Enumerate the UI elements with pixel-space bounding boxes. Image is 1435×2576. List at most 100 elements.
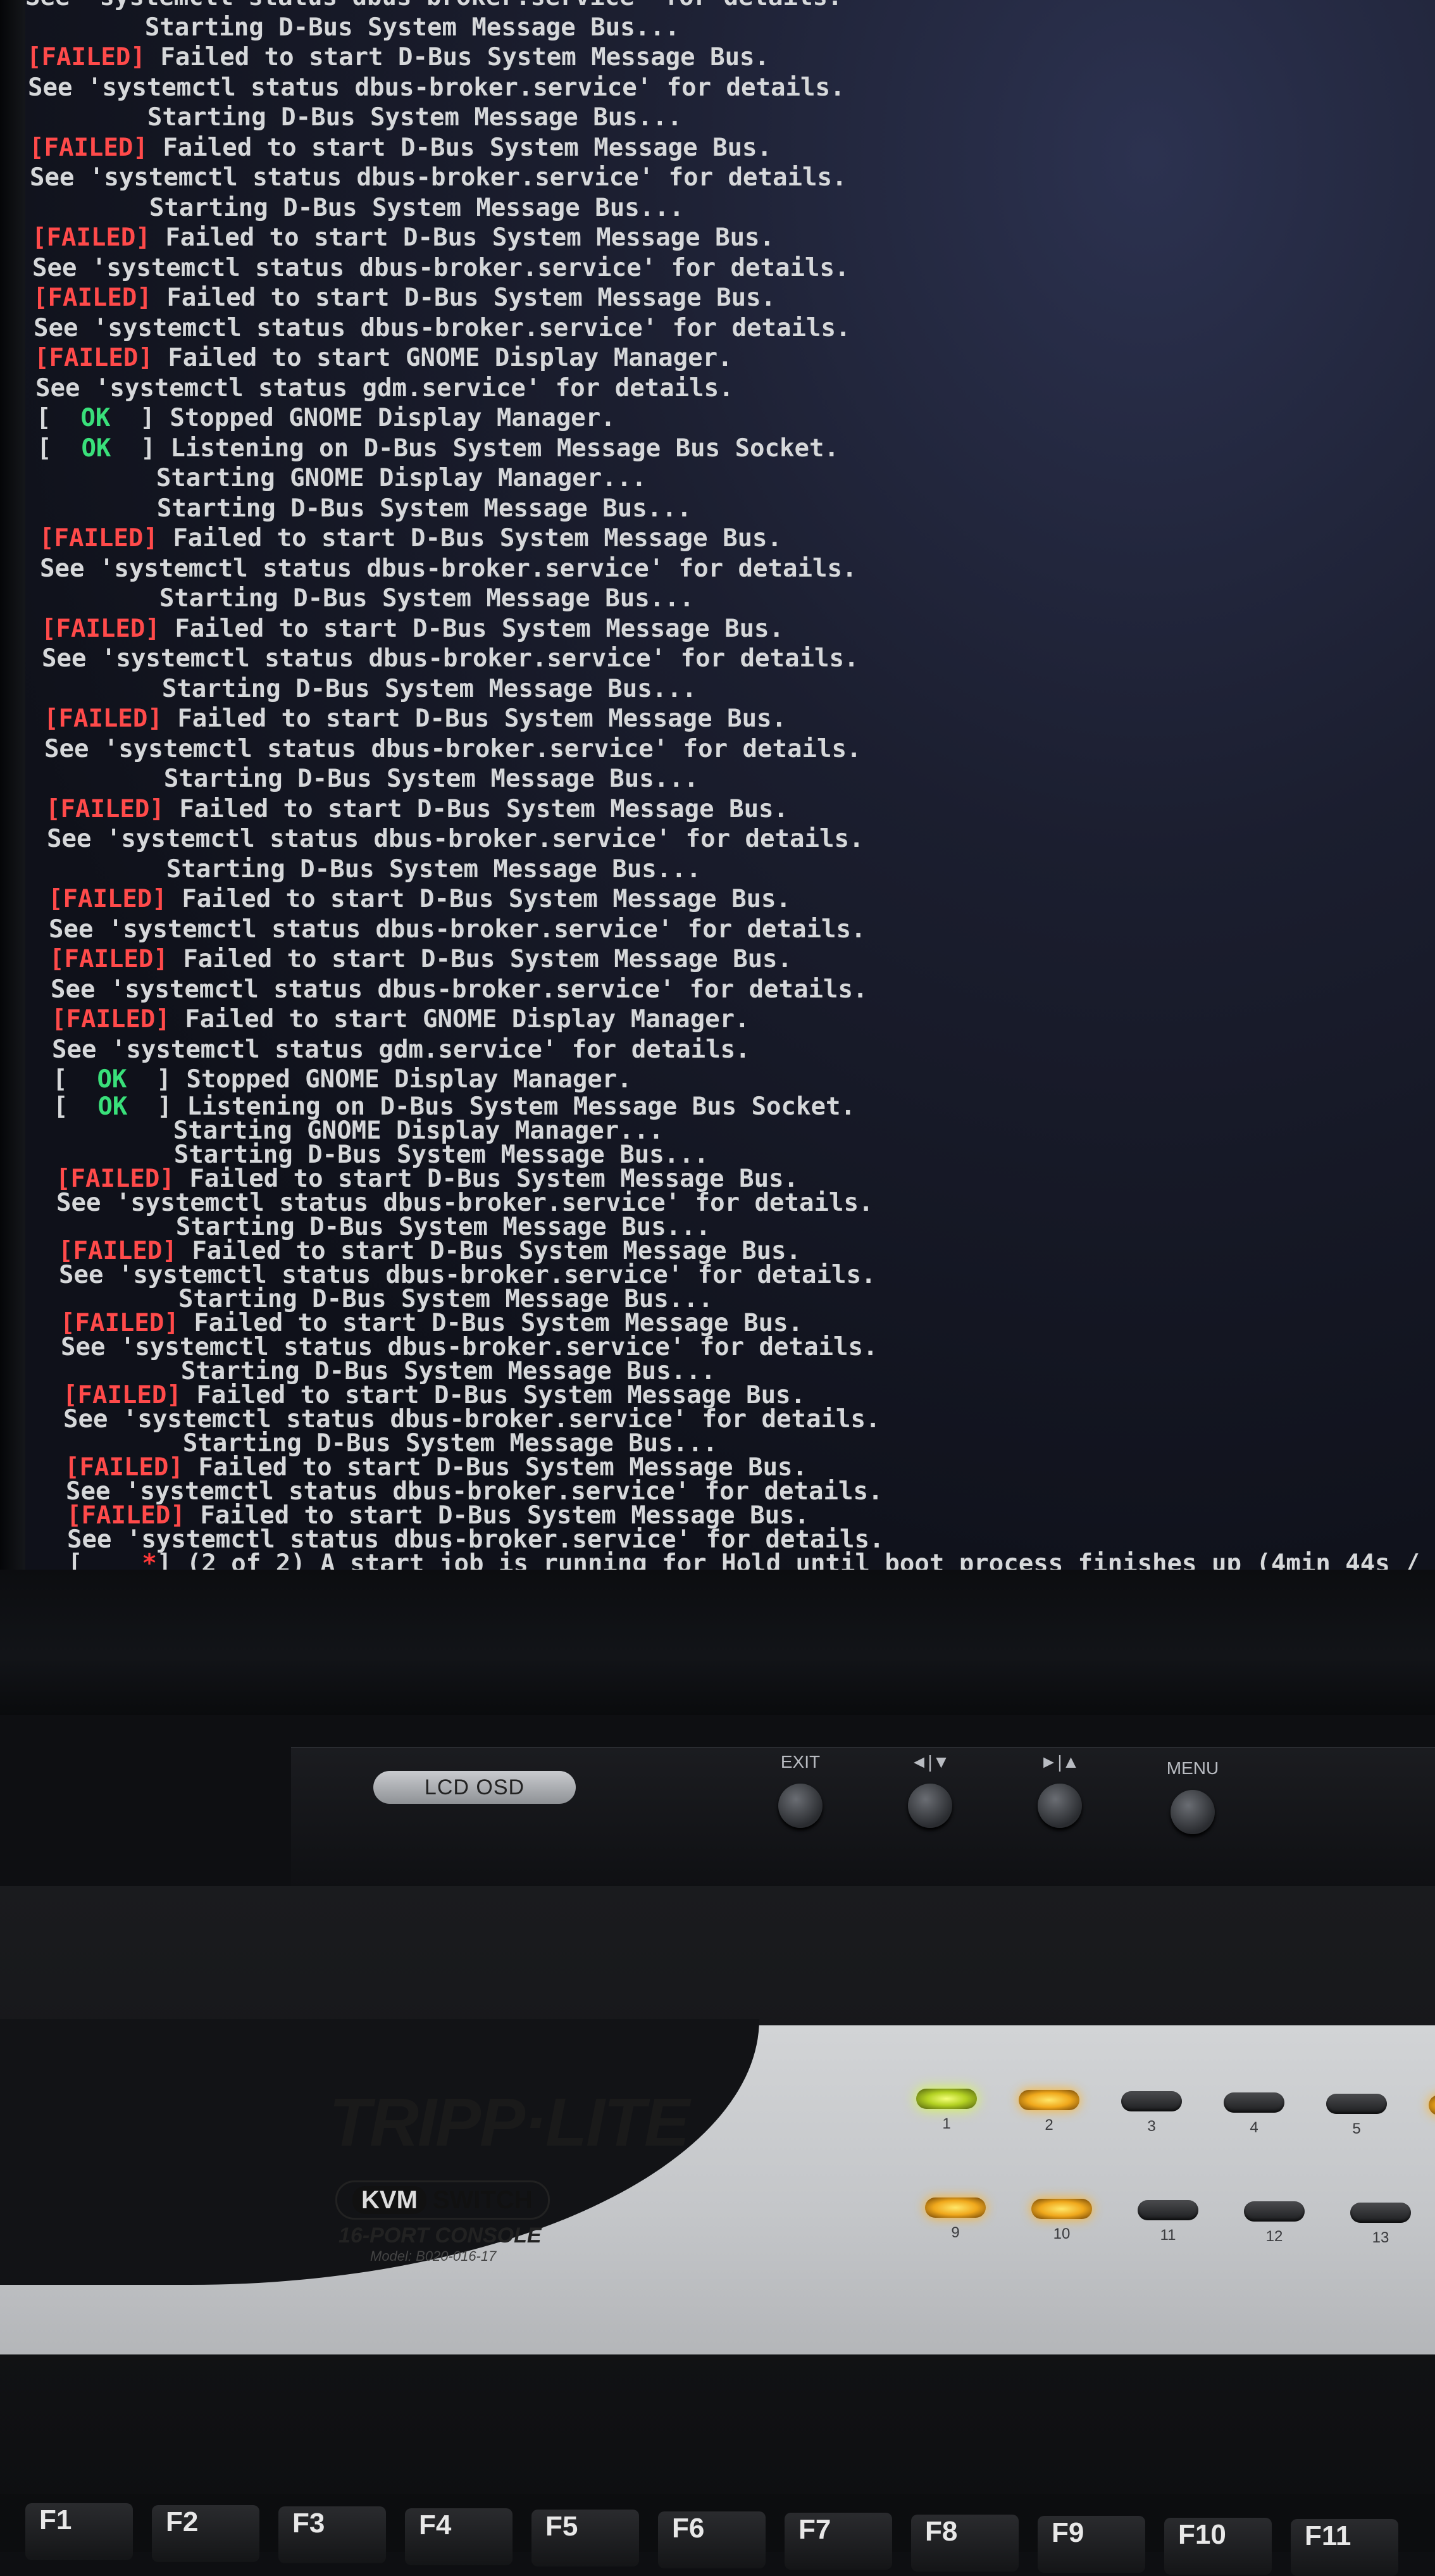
console-line-text: See 'systemctl status dbus-broker.servic… (51, 975, 868, 1004)
kvm-switch-badge: KVM SWITCH (335, 2180, 550, 2220)
port-number: 9 (951, 2224, 960, 2241)
console-line: Starting D-Bus System Message Bus... (25, 13, 1417, 43)
console-line: See 'systemctl status gdm.service' for d… (25, 373, 1417, 404)
console-line: Starting D-Bus System Message Bus... (25, 494, 1417, 524)
console-line: [ OK ] Stopped GNOME Display Manager. (36, 404, 616, 432)
port-led-5 (1326, 2094, 1387, 2114)
console-line: See 'systemctl status dbus-broker.servic… (25, 253, 1417, 284)
key-f4[interactable]: F4 (405, 2508, 512, 2565)
console-line: See 'systemctl status dbus-broker.servic… (25, 975, 1417, 1005)
port-led-1 (916, 2089, 977, 2109)
console-line: [FAILED] Failed to start D-Bus System Me… (25, 614, 1417, 644)
osd-menu-button[interactable] (1171, 1790, 1215, 1834)
console-line-text: Listening on D-Bus System Message Bus So… (155, 434, 839, 463)
console-line-text: Failed to start D-Bus System Message Bus… (162, 704, 787, 733)
console-line: See 'systemctl status dbus-broker.servic… (25, 734, 1417, 765)
console-line: [FAILED] Failed to start D-Bus System Me… (25, 1311, 1417, 1335)
console-line-text: See 'systemctl status gdm.service' for d… (35, 373, 734, 403)
port-led-11 (1138, 2200, 1198, 2220)
console-line-text: Stopped GNOME Display Manager. (154, 404, 616, 432)
port-number: 12 (1265, 2228, 1283, 2245)
console-line: [FAILED] Failed to start D-Bus System Me… (25, 523, 1417, 554)
port-led-10 (1031, 2199, 1092, 2219)
console-line: [ OK ] Listening on D-Bus System Message… (53, 1092, 855, 1121)
key-f8[interactable]: F8 (911, 2515, 1019, 2572)
failed-tag: [FAILED] (29, 133, 148, 162)
console-line: See 'systemctl status dbus-broker.servic… (25, 644, 1417, 674)
console-line: [FAILED] Failed to start D-Bus System Me… (25, 1503, 1417, 1528)
key-f9[interactable]: F9 (1038, 2516, 1145, 2573)
console-line-text: Failed to start D-Bus System Message Bus… (164, 794, 789, 823)
port-number: 10 (1053, 2225, 1071, 2242)
console-line: [FAILED] Failed to start D-Bus System Me… (25, 704, 1417, 734)
console-line-text: See 'systemctl status dbus-broker.servic… (30, 163, 847, 192)
key-f2[interactable]: F2 (152, 2505, 259, 2562)
console-line: [FAILED] Failed to start D-Bus System Me… (25, 133, 1417, 163)
port-led-2 (1019, 2090, 1079, 2110)
console-line: Starting GNOME Display Manager... (25, 1118, 1417, 1143)
console-line: See 'systemctl status dbus-broker.servic… (25, 1407, 1417, 1432)
console-line-text: See 'systemctl status dbus-broker.servic… (34, 313, 851, 342)
console-line: [FAILED] Failed to start GNOME Display M… (25, 1004, 1417, 1035)
console-line: See 'systemctl status dbus-broker.servic… (25, 554, 1417, 584)
key-f10[interactable]: F10 (1164, 2518, 1272, 2575)
port-number: 1 (942, 2115, 951, 2132)
ok-tag: OK (82, 1065, 142, 1094)
console-line: Starting D-Bus System Message Bus... (25, 103, 1417, 133)
console-line: See 'systemctl status dbus-broker.servic… (25, 915, 1417, 945)
console-line-text: See 'systemctl status dbus-broker.servic… (44, 734, 862, 763)
key-f7[interactable]: F7 (785, 2513, 892, 2570)
console-line: [FAILED] Failed to start D-Bus System Me… (25, 1166, 1417, 1191)
console-line-text: Starting D-Bus System Message Bus... (156, 494, 692, 523)
osd-exit-label: EXIT (780, 1752, 821, 1772)
console-line-text: Starting D-Bus System Message Bus... (161, 674, 697, 703)
console-line-text: Starting D-Bus System Message Bus... (147, 103, 683, 132)
console-line: Starting D-Bus System Message Bus... (25, 1142, 1417, 1167)
console-line: See 'systemctl status gdm.service' for d… (25, 1035, 1417, 1065)
port-led-9 (925, 2198, 986, 2218)
key-f3[interactable]: F3 (278, 2506, 386, 2563)
console-line: [ OK ] Listening on D-Bus System Message… (37, 434, 839, 463)
failed-tag: [FAILED] (27, 43, 146, 72)
tripp-lite-logo: TRIPP·LITE (329, 2084, 690, 2160)
key-f6[interactable]: F6 (658, 2511, 766, 2568)
console-line-text: Starting D-Bus System Message Bus... (149, 193, 685, 222)
console-log: See 'systemctl status dbus-broker.servic… (25, 0, 1435, 1570)
console-line: Starting D-Bus System Message Bus... (25, 1287, 1417, 1311)
failed-tag: [FAILED] (32, 223, 151, 252)
console-line: See 'systemctl status dbus-broker.servic… (25, 1263, 1417, 1287)
console-line: Starting D-Bus System Message Bus... (25, 764, 1417, 794)
console-line-text: Failed to start D-Bus System Message Bus… (159, 614, 785, 643)
console-line-text: Failed to start GNOME Display Manager. (152, 344, 733, 372)
ok-tag: OK (66, 434, 126, 463)
console-line: [FAILED] Failed to start D-Bus System Me… (25, 42, 1417, 73)
console-line-text: Failed to start D-Bus System Message Bus… (145, 43, 770, 72)
monitor-lower-bezel (0, 1570, 1435, 1715)
console-line: Starting D-Bus System Message Bus... (25, 1215, 1417, 1239)
console-line-text: (2 of 2) A start job is running for Hold… (171, 1549, 1435, 1570)
console-line: See 'systemctl status dbus-broker.servic… (25, 1527, 1417, 1552)
console-line-text: Starting GNOME Display Manager... (156, 464, 647, 492)
key-f5[interactable]: F5 (531, 2510, 639, 2567)
failed-tag: [FAILED] (34, 344, 153, 372)
console-line: Starting D-Bus System Message Bus... (25, 584, 1417, 614)
osd-exit-button[interactable] (778, 1784, 823, 1828)
console-line: [ OK ] Stopped GNOME Display Manager. (53, 1065, 632, 1094)
osd-right-up-button[interactable] (1038, 1784, 1082, 1828)
ok-tag: OK (65, 404, 125, 432)
console-line-text: Starting D-Bus System Message Bus... (144, 13, 680, 42)
console-line-text: Failed to start D-Bus System Message Bus… (166, 885, 792, 913)
port-number: 3 (1147, 2118, 1156, 2135)
console-line-text: See 'systemctl status dbus-broker.servic… (42, 644, 859, 673)
osd-left-down-button[interactable] (908, 1784, 952, 1828)
failed-tag: [FAILED] (33, 284, 152, 312)
job-spinner: * (142, 1549, 157, 1570)
console-line-text: See 'systemctl status dbus-broker.servic… (32, 253, 850, 282)
key-f11[interactable]: F11 (1291, 2519, 1398, 2576)
console-line: See 'systemctl status dbus-broker.servic… (25, 163, 1417, 193)
console-line: Starting GNOME Display Manager... (25, 463, 1417, 494)
console-line: [FAILED] Failed to start D-Bus System Me… (25, 944, 1417, 975)
port-number: 13 (1372, 2229, 1389, 2246)
port-led-12 (1244, 2201, 1305, 2222)
console-line: See 'systemctl status dbus-broker.servic… (25, 313, 1417, 344)
